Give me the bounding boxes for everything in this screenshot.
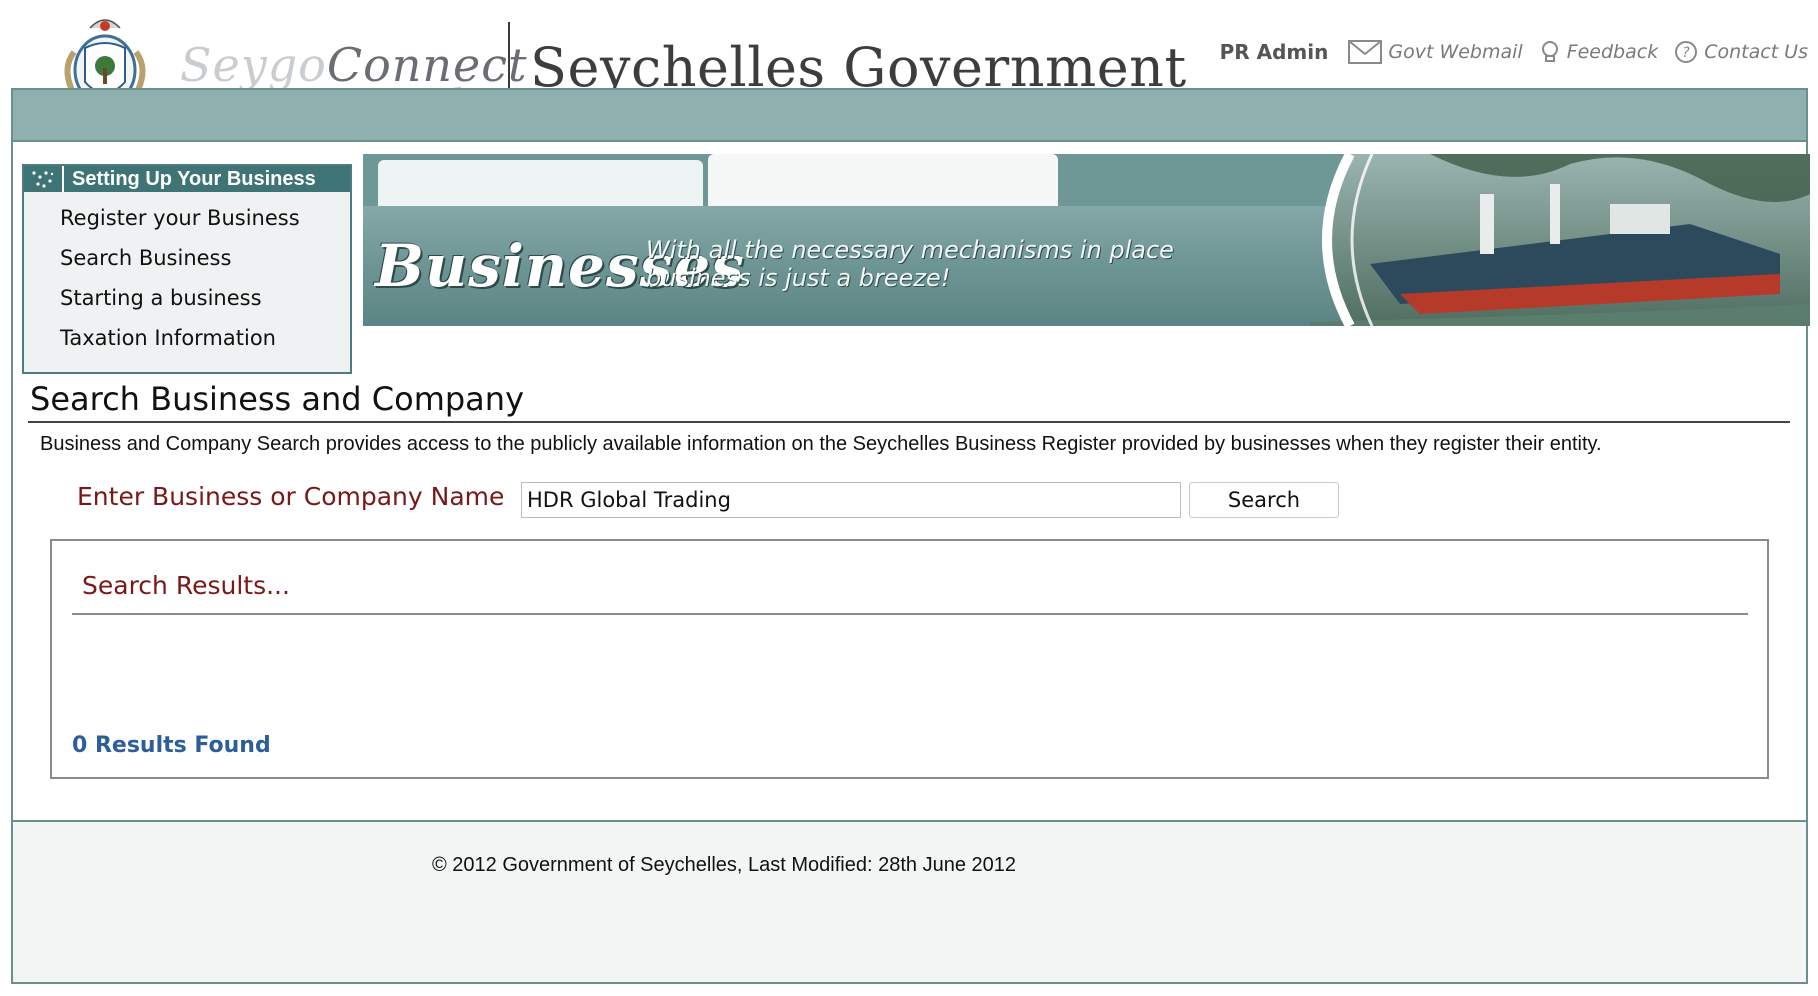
search-results-panel: Search Results... 0 Results Found (50, 539, 1769, 779)
hero-banner: Businesses With all the necessary mechan… (363, 154, 1810, 326)
sidebar: Setting Up Your Business Register your B… (22, 164, 352, 374)
webmail-link[interactable]: Govt Webmail (1348, 40, 1523, 64)
sidebar-header: Setting Up Your Business (24, 166, 350, 192)
sidebar-item-taxation-information[interactable]: Taxation Information (60, 318, 350, 358)
sidebar-heading: Setting Up Your Business (72, 167, 316, 190)
sidebar-item-starting-business[interactable]: Starting a business (60, 278, 350, 318)
lightbulb-icon (1541, 41, 1558, 62)
hero-tabs (378, 154, 1443, 206)
hero-tagline-line2: business is just a breeze! (646, 264, 951, 292)
contact-link[interactable]: ? Contact Us (1674, 40, 1808, 64)
pr-admin-link[interactable]: PR Admin (1220, 40, 1329, 64)
feedback-link[interactable]: Feedback (1539, 40, 1659, 64)
contact-label: Contact Us (1704, 41, 1808, 63)
results-count: 0 Results Found (72, 733, 271, 758)
ships-photo (1310, 154, 1810, 326)
hero-tab-left (378, 160, 703, 206)
question-icon: ? (1675, 41, 1698, 63)
sidebar-menu: Register your Business Search Business S… (24, 192, 350, 358)
search-label: Enter Business or Company Name (77, 482, 505, 511)
copyright-text: © 2012 Government of Seychelles, Last Mo… (432, 854, 1016, 876)
sidebar-item-search-business[interactable]: Search Business (60, 238, 350, 278)
search-input[interactable] (521, 482, 1181, 518)
site-header: SeygoConnect Seychelles Government PR Ad… (0, 0, 1818, 145)
page-title: Search Business and Company (30, 380, 524, 418)
webmail-label: Govt Webmail (1388, 41, 1523, 63)
footer: © 2012 Government of Seychelles, Last Mo… (11, 820, 1808, 984)
svg-text:?: ? (1683, 45, 1691, 61)
results-title: Search Results... (82, 571, 290, 600)
envelope-icon (1348, 40, 1383, 64)
title-divider (28, 421, 1790, 423)
sparkle-icon (24, 166, 64, 192)
results-divider (72, 613, 1748, 615)
page-description: Business and Company Search provides acc… (40, 433, 1602, 455)
top-links: PR Admin Govt Webmail Feedback ? Contact… (1220, 40, 1808, 64)
hero-tab-right (708, 154, 1058, 206)
header-banner-bar (11, 88, 1808, 142)
search-button[interactable]: Search (1189, 482, 1339, 518)
sidebar-item-register-business[interactable]: Register your Business (60, 198, 350, 238)
feedback-label: Feedback (1566, 41, 1659, 63)
hero-tagline: With all the necessary mechanisms in pla… (646, 236, 1174, 292)
hero-tagline-line1: With all the necessary mechanisms in pla… (646, 236, 1174, 264)
